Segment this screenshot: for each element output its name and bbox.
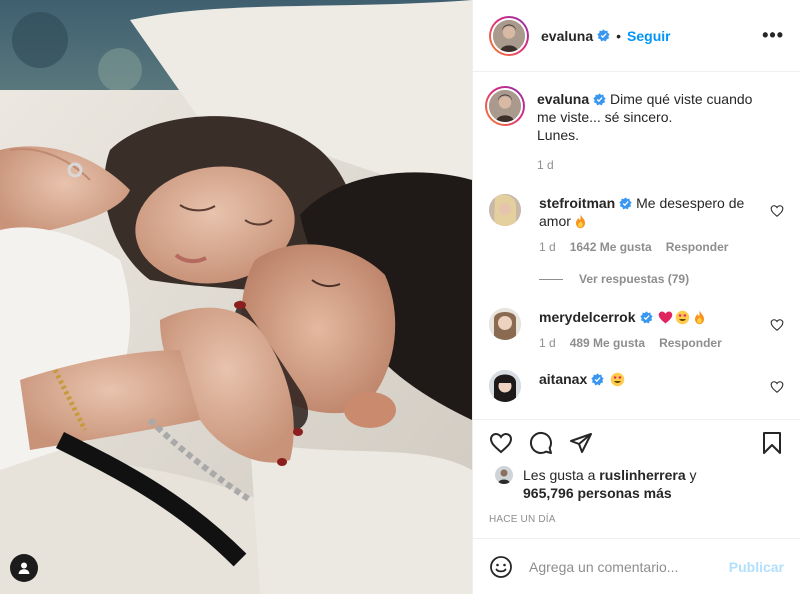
replies-divider (539, 278, 563, 280)
view-replies-button[interactable]: Ver respuestas (79) (539, 272, 784, 286)
add-comment-bar: Publicar (473, 538, 800, 594)
likes-user[interactable]: ruslinherrera (599, 467, 685, 483)
post-photo[interactable] (0, 0, 472, 594)
verified-badge-icon (597, 29, 610, 42)
author-avatar-image (493, 19, 525, 52)
heart-eyes-emoji-icon (676, 310, 690, 325)
commenter-avatar-image (489, 194, 521, 226)
comment-body-cont: amor (539, 213, 571, 229)
comment-username[interactable]: merydelcerrok (539, 309, 636, 325)
user-tag-icon (18, 562, 30, 574)
view-replies-label: Ver respuestas (79) (579, 272, 690, 286)
comment-like-count[interactable]: 489 Me gusta (570, 336, 645, 350)
action-bar (489, 420, 784, 466)
caption-author[interactable]: evaluna (537, 91, 589, 107)
likes-count[interactable]: 965,796 personas más (523, 485, 672, 501)
caption-item: evaluna Dime qué viste cuando me viste..… (485, 86, 784, 172)
comment-body: Me desespero de (636, 195, 745, 211)
comment-reply-button[interactable]: Responder (659, 336, 722, 350)
post-actions: Les gusta a ruslinherrera y 965,796 pers… (473, 419, 800, 525)
comment-meta: 1 d 489 Me gusta Responder (539, 336, 758, 350)
comments-list[interactable]: evaluna Dime qué viste cuando me viste..… (473, 72, 800, 419)
caption-meta: 1 d (537, 158, 758, 172)
comment-meta: 1 d 1642 Me gusta Responder (539, 240, 758, 254)
comment-username[interactable]: stefroitman (539, 195, 615, 211)
post-date[interactable]: HACE UN DÍA (489, 514, 784, 525)
like-heart-icon (489, 432, 513, 454)
tagged-users-button[interactable] (10, 554, 38, 582)
comment-like-heart-icon[interactable] (770, 204, 784, 218)
couple-photo-image (0, 0, 472, 594)
comment-item: stefroitman Me desespero de amor 1 d 1642… (489, 194, 784, 254)
caption-line-1: Dime qué viste cuando (610, 91, 753, 107)
liker-avatar[interactable] (495, 466, 513, 484)
follow-button[interactable]: Seguir (627, 28, 671, 44)
comment-item: merydelcerrok 1 d 489 Me gusta Responder (489, 308, 784, 350)
comment-text: stefroitman Me desespero de amor (539, 194, 758, 230)
post-header: evaluna • Seguir ••• (473, 0, 800, 72)
heart-eyes-emoji-icon (610, 372, 625, 387)
verified-badge-icon (593, 93, 606, 106)
commenter-avatar[interactable] (489, 308, 521, 340)
verified-badge-icon (619, 197, 632, 210)
fire-emoji-icon (575, 214, 585, 229)
comment-item: aitanax (489, 370, 784, 402)
likes-summary: Les gusta a ruslinherrera y 965,796 pers… (489, 466, 784, 502)
publish-button[interactable]: Publicar (729, 559, 784, 575)
likes-prefix: Les gusta a (523, 467, 596, 483)
red-heart-emoji-icon (659, 311, 673, 324)
verified-badge-icon (639, 311, 653, 324)
commenter-avatar-image (489, 308, 521, 340)
likes-connector: y (689, 467, 697, 483)
comment-icon (529, 431, 552, 454)
caption-avatar-image (489, 90, 521, 122)
bookmark-icon (763, 432, 781, 454)
caption-timestamp[interactable]: 1 d (537, 158, 554, 172)
comment-timestamp[interactable]: 1 d (539, 240, 556, 254)
likes-text: Les gusta a ruslinherrera y 965,796 pers… (523, 466, 697, 502)
comment-username[interactable]: aitanax (539, 371, 587, 387)
caption-text: evaluna Dime qué viste cuando me viste..… (537, 90, 758, 144)
comment-like-heart-icon[interactable] (770, 380, 784, 394)
fire-emoji-icon (695, 310, 705, 325)
commenter-avatar-image (489, 370, 521, 402)
comment-timestamp[interactable]: 1 d (539, 336, 556, 350)
comment-button[interactable] (529, 431, 553, 455)
comment-like-count[interactable]: 1642 Me gusta (570, 240, 652, 254)
author-avatar[interactable] (489, 15, 529, 56)
more-options-icon[interactable]: ••• (762, 25, 784, 46)
commenter-avatar[interactable] (489, 370, 521, 402)
emoji-smile-icon[interactable] (489, 555, 513, 579)
author-username[interactable]: evaluna (541, 28, 593, 44)
commenter-avatar[interactable] (489, 194, 521, 226)
post-details-panel: evaluna • Seguir ••• evaluna Dime qué vi… (472, 0, 800, 594)
share-icon (570, 433, 592, 453)
comment-input[interactable] (529, 558, 729, 575)
like-button[interactable] (489, 431, 513, 455)
header-separator: • (616, 27, 622, 44)
caption-author-avatar[interactable] (485, 86, 525, 126)
liker-avatar-image (495, 466, 513, 484)
comment-text: merydelcerrok (539, 308, 758, 326)
comment-text: aitanax (539, 370, 758, 388)
caption-line-2: me viste... sé sincero. (537, 109, 673, 125)
verified-badge-icon (591, 373, 604, 386)
comment-reply-button[interactable]: Responder (666, 240, 729, 254)
save-button[interactable] (760, 431, 784, 455)
instagram-post-modal: evaluna • Seguir ••• evaluna Dime qué vi… (0, 0, 800, 594)
comment-like-heart-icon[interactable] (770, 318, 784, 332)
share-button[interactable] (569, 431, 593, 455)
caption-line-3: Lunes. (537, 127, 580, 143)
